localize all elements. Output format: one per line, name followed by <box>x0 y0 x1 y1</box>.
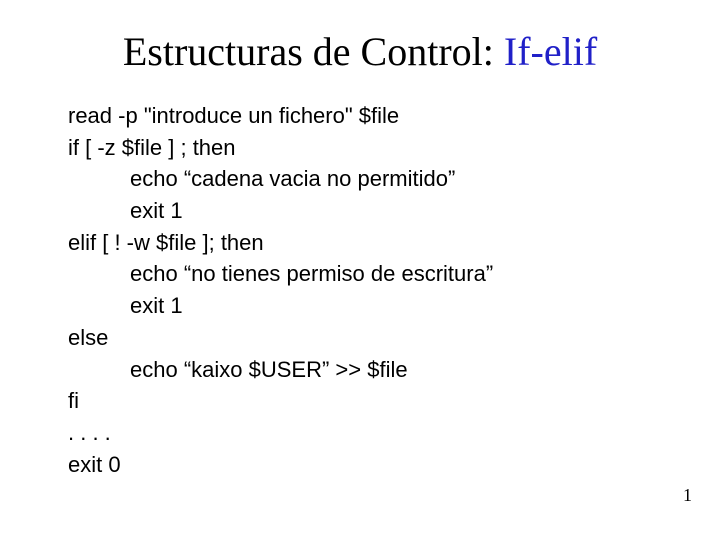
code-line: fi <box>68 386 652 416</box>
code-line: exit 1 <box>68 291 652 321</box>
title-text-main: Estructuras de Control: <box>123 29 504 74</box>
code-line: exit 0 <box>68 450 652 480</box>
code-line: echo “kaixo $USER” >> $file <box>68 355 652 385</box>
title-text-keyword: If-elif <box>504 29 597 74</box>
code-line: read -p "introduce un fichero" $file <box>68 101 652 131</box>
code-body: read -p "introduce un fichero" $file if … <box>68 101 652 479</box>
slide: Estructuras de Control: If-elif read -p … <box>0 0 720 540</box>
slide-title: Estructuras de Control: If-elif <box>68 28 652 75</box>
code-line: if [ -z $file ] ; then <box>68 133 652 163</box>
code-line: else <box>68 323 652 353</box>
code-line: exit 1 <box>68 196 652 226</box>
code-line: echo “no tienes permiso de escritura” <box>68 259 652 289</box>
page-number: 1 <box>683 485 692 506</box>
code-line: elif [ ! -w $file ]; then <box>68 228 652 258</box>
code-line: . . . . <box>68 418 652 448</box>
code-line: echo “cadena vacia no permitido” <box>68 164 652 194</box>
